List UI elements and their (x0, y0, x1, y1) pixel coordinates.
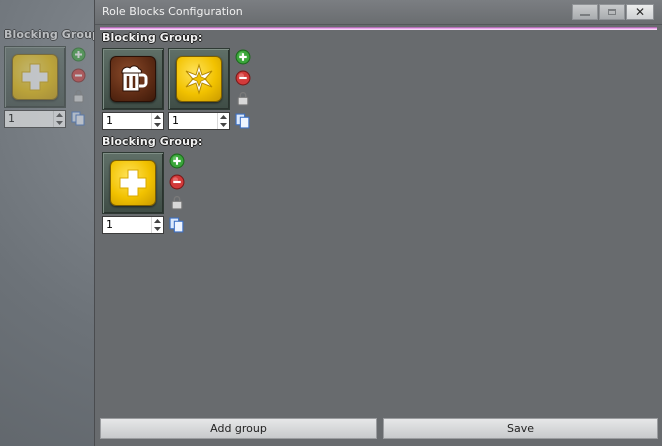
close-icon: ✕ (634, 5, 646, 19)
background-lock-button (70, 88, 87, 105)
add-icon (169, 153, 184, 168)
background-blocking-group: Blocking Group: 1 (0, 28, 104, 138)
group-1-slot-2-count-value[interactable]: 1 (169, 113, 217, 129)
group-2-add-button[interactable] (168, 152, 185, 169)
group-1-role-slot-2[interactable] (168, 48, 230, 110)
background-role-slot (4, 46, 66, 108)
loading-progress-line (100, 27, 657, 30)
remove-icon (235, 70, 250, 85)
lock-icon (171, 195, 182, 209)
spin-down-icon[interactable] (152, 121, 163, 129)
lock-icon (237, 91, 248, 105)
maximize-icon (608, 9, 616, 15)
spin-down-icon (54, 119, 65, 127)
lock-icon (73, 89, 84, 103)
group-1-add-button[interactable] (234, 48, 251, 65)
maximize-button[interactable] (599, 4, 625, 20)
copy-icon (71, 111, 85, 126)
spin-down-icon[interactable] (218, 121, 229, 129)
add-icon (235, 49, 250, 64)
add-group-button[interactable]: Add group (100, 418, 377, 439)
group-2-label: Blocking Group: (102, 135, 203, 148)
desktop-background: Blocking Group: 1 Role Blocks Configurat… (0, 0, 662, 446)
group-2-slot-1-count-value[interactable]: 1 (103, 217, 151, 233)
title-bar[interactable]: Role Blocks Configuration ✕ (95, 0, 662, 25)
background-copy-button (70, 110, 87, 127)
add-icon (71, 47, 86, 62)
spin-down-icon[interactable] (152, 225, 163, 233)
spin-up-icon[interactable] (152, 217, 163, 225)
background-remove-button (70, 67, 87, 84)
close-button[interactable]: ✕ (626, 4, 654, 20)
group-2-copy-button[interactable] (168, 216, 185, 233)
window-controls: ✕ (571, 4, 654, 20)
group-1-remove-button[interactable] (234, 69, 251, 86)
window-title: Role Blocks Configuration (102, 5, 243, 18)
background-count-spinner: 1 (4, 110, 66, 128)
group-1-slot-1-count-value[interactable]: 1 (103, 113, 151, 129)
group-1-copy-button[interactable] (234, 112, 251, 129)
group-1-lock-button[interactable] (234, 90, 251, 107)
group-2-lock-button[interactable] (168, 194, 185, 211)
spin-up-icon[interactable] (152, 113, 163, 121)
background-count-value: 1 (8, 112, 15, 125)
minimize-button[interactable] (572, 4, 598, 20)
minimize-icon (580, 14, 590, 16)
group-1-role-slot-1[interactable] (102, 48, 164, 110)
beer-mug-icon (110, 56, 156, 102)
remove-icon (71, 68, 86, 83)
background-add-button (70, 46, 87, 63)
copy-icon (169, 217, 183, 232)
group-2-slot-1-count-spinner[interactable]: 1 (102, 216, 164, 234)
sunburst-star-icon (176, 56, 222, 102)
group-2-remove-button[interactable] (168, 173, 185, 190)
copy-icon (235, 113, 249, 128)
spin-up-icon[interactable] (218, 113, 229, 121)
save-button[interactable]: Save (383, 418, 658, 439)
group-1-slot-2-count-spinner[interactable]: 1 (168, 112, 230, 130)
background-group-label: Blocking Group: (4, 28, 105, 41)
group-1-label: Blocking Group: (102, 31, 203, 44)
medical-cross-icon (110, 160, 156, 206)
role-blocks-window: Role Blocks Configuration ✕ Blocking Gro… (94, 0, 662, 446)
spin-up-icon (54, 111, 65, 119)
group-2-role-slot-1[interactable] (102, 152, 164, 214)
medical-cross-icon (12, 54, 58, 100)
group-1-slot-1-count-spinner[interactable]: 1 (102, 112, 164, 130)
remove-icon (169, 174, 184, 189)
